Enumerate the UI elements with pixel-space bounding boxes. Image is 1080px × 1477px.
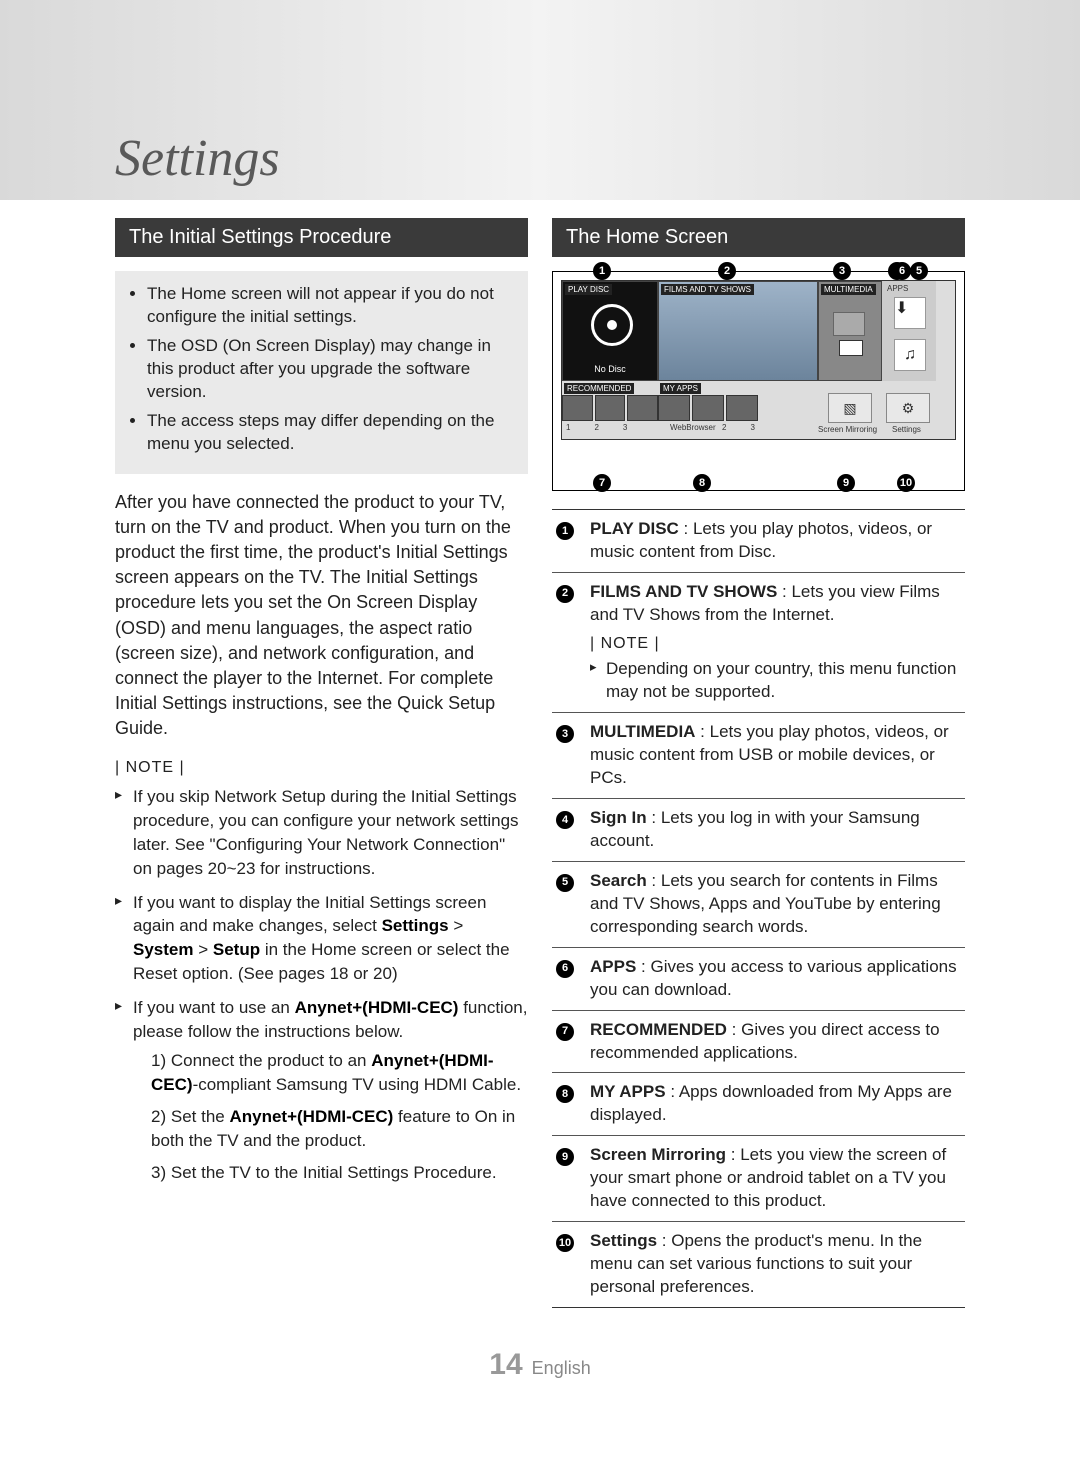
callout-8: 8 xyxy=(693,474,711,492)
legend-row: 5 Search : Lets you search for contents … xyxy=(552,862,965,948)
note-list: If you skip Network Setup during the Ini… xyxy=(115,785,528,1184)
disc-icon xyxy=(591,304,633,346)
callout-6: 6 xyxy=(893,262,911,280)
legend-num-10: 10 xyxy=(556,1234,574,1252)
note-label: | NOTE | xyxy=(115,759,528,777)
legend-num-1: 1 xyxy=(556,522,574,540)
left-column: The Initial Settings Procedure The Home … xyxy=(115,218,528,1308)
label-screen-mirror: Screen Mirroring xyxy=(818,425,877,434)
label-no-disc: No Disc xyxy=(563,364,657,374)
legend-row: 9 Screen Mirroring : Lets you view the s… xyxy=(552,1136,965,1222)
callout-10: 10 xyxy=(897,474,915,492)
right-column: The Home Screen 4 5 1 2 3 6 PLAY DISC No… xyxy=(552,218,965,1308)
legend-num-2: 2 xyxy=(556,585,574,603)
note-bullet: Depending on your country, this menu fun… xyxy=(590,658,961,704)
legend-num-4: 4 xyxy=(556,811,574,829)
note-text: If you want to use an xyxy=(133,998,295,1017)
legend-row: 10 Settings : Opens the product's menu. … xyxy=(552,1222,965,1307)
video-icon xyxy=(839,340,863,356)
legend-num-9: 9 xyxy=(556,1148,574,1166)
heading-home-screen: The Home Screen xyxy=(552,218,965,257)
label-webbrowser: WebBrowser xyxy=(670,423,716,432)
callout-1: 1 xyxy=(593,262,611,280)
heading-initial-settings: The Initial Settings Procedure xyxy=(115,218,528,257)
tile-screen-mirroring: ▧ xyxy=(828,393,872,423)
footer-lang: English xyxy=(532,1358,591,1378)
tile-multimedia: MULTIMEDIA xyxy=(818,281,882,381)
label-multimedia: MULTIMEDIA xyxy=(821,284,876,295)
sub-step: 3) Set the TV to the Initial Settings Pr… xyxy=(133,1161,528,1185)
legend-num-7: 7 xyxy=(556,1023,574,1041)
legend-row: 6 APPS : Gives you access to various app… xyxy=(552,948,965,1011)
sub-step: 2) Set the Anynet+(HDMI-CEC) feature to … xyxy=(133,1105,528,1153)
label-recommended: RECOMMENDED xyxy=(564,383,634,394)
bold-term: Setup xyxy=(213,940,260,959)
bold-term: Anynet+(HDMI-CEC) xyxy=(295,998,459,1017)
legend-row: 2 FILMS AND TV SHOWS : Lets you view Fil… xyxy=(552,573,965,713)
page-footer: 14 English xyxy=(0,1308,1080,1432)
legend-num-8: 8 xyxy=(556,1085,574,1103)
legend-row: 7 RECOMMENDED : Gives you direct access … xyxy=(552,1011,965,1074)
callout-2: 2 xyxy=(718,262,736,280)
label-apps: APPS xyxy=(884,283,911,294)
callout-5: 5 xyxy=(910,262,928,280)
note-item: If you want to display the Initial Setti… xyxy=(115,891,528,986)
page-number: 14 xyxy=(489,1348,522,1381)
callout-7: 7 xyxy=(593,474,611,492)
box-bullet: The access steps may differ depending on… xyxy=(147,410,514,456)
legend-row: 1 PLAY DISC : Lets you play photos, vide… xyxy=(552,510,965,573)
note-item: If you skip Network Setup during the Ini… xyxy=(115,785,528,880)
tile-apps: APPS ⬇ ♫ xyxy=(882,281,936,381)
body-paragraph: After you have connected the product to … xyxy=(115,490,528,742)
note-label: | NOTE | xyxy=(590,633,961,655)
label-settings: Settings xyxy=(892,425,921,434)
bold-term: System xyxy=(133,940,193,959)
legend-row: 4 Sign In : Lets you log in with your Sa… xyxy=(552,799,965,862)
bold-term: Settings xyxy=(382,916,449,935)
note-text: If you skip Network Setup during the Ini… xyxy=(133,787,519,877)
music-icon: ♫ xyxy=(894,339,926,371)
callout-9: 9 xyxy=(837,474,855,492)
legend-row: 8 MY APPS : Apps downloaded from My Apps… xyxy=(552,1073,965,1136)
app-icon: ⬇ xyxy=(894,297,926,329)
note-item: If you want to use an Anynet+(HDMI-CEC) … xyxy=(115,996,528,1185)
tile-play-disc: PLAY DISC No Disc xyxy=(562,281,658,381)
tile-settings: ⚙ xyxy=(886,393,930,423)
page-title: Settings xyxy=(115,129,280,188)
label-play-disc: PLAY DISC xyxy=(565,284,612,295)
legend-row: 3 MULTIMEDIA : Lets you play photos, vid… xyxy=(552,713,965,799)
legend-num-5: 5 xyxy=(556,874,574,892)
info-box: The Home screen will not appear if you d… xyxy=(115,271,528,474)
legend-table: 1 PLAY DISC : Lets you play photos, vide… xyxy=(552,509,965,1308)
callout-3: 3 xyxy=(833,262,851,280)
home-screen-diagram: 4 5 1 2 3 6 PLAY DISC No Disc FILMS AND … xyxy=(552,271,965,491)
legend-num-3: 3 xyxy=(556,725,574,743)
legend-num-6: 6 xyxy=(556,960,574,978)
photo-icon xyxy=(833,312,865,336)
sub-step: 1) Connect the product to an Anynet+(HDM… xyxy=(133,1049,528,1097)
box-bullet: The Home screen will not appear if you d… xyxy=(147,283,514,329)
tile-films: FILMS AND TV SHOWS xyxy=(658,281,818,381)
box-bullet: The OSD (On Screen Display) may change i… xyxy=(147,335,514,404)
label-myapps: MY APPS xyxy=(660,383,701,394)
label-films: FILMS AND TV SHOWS xyxy=(661,284,754,295)
